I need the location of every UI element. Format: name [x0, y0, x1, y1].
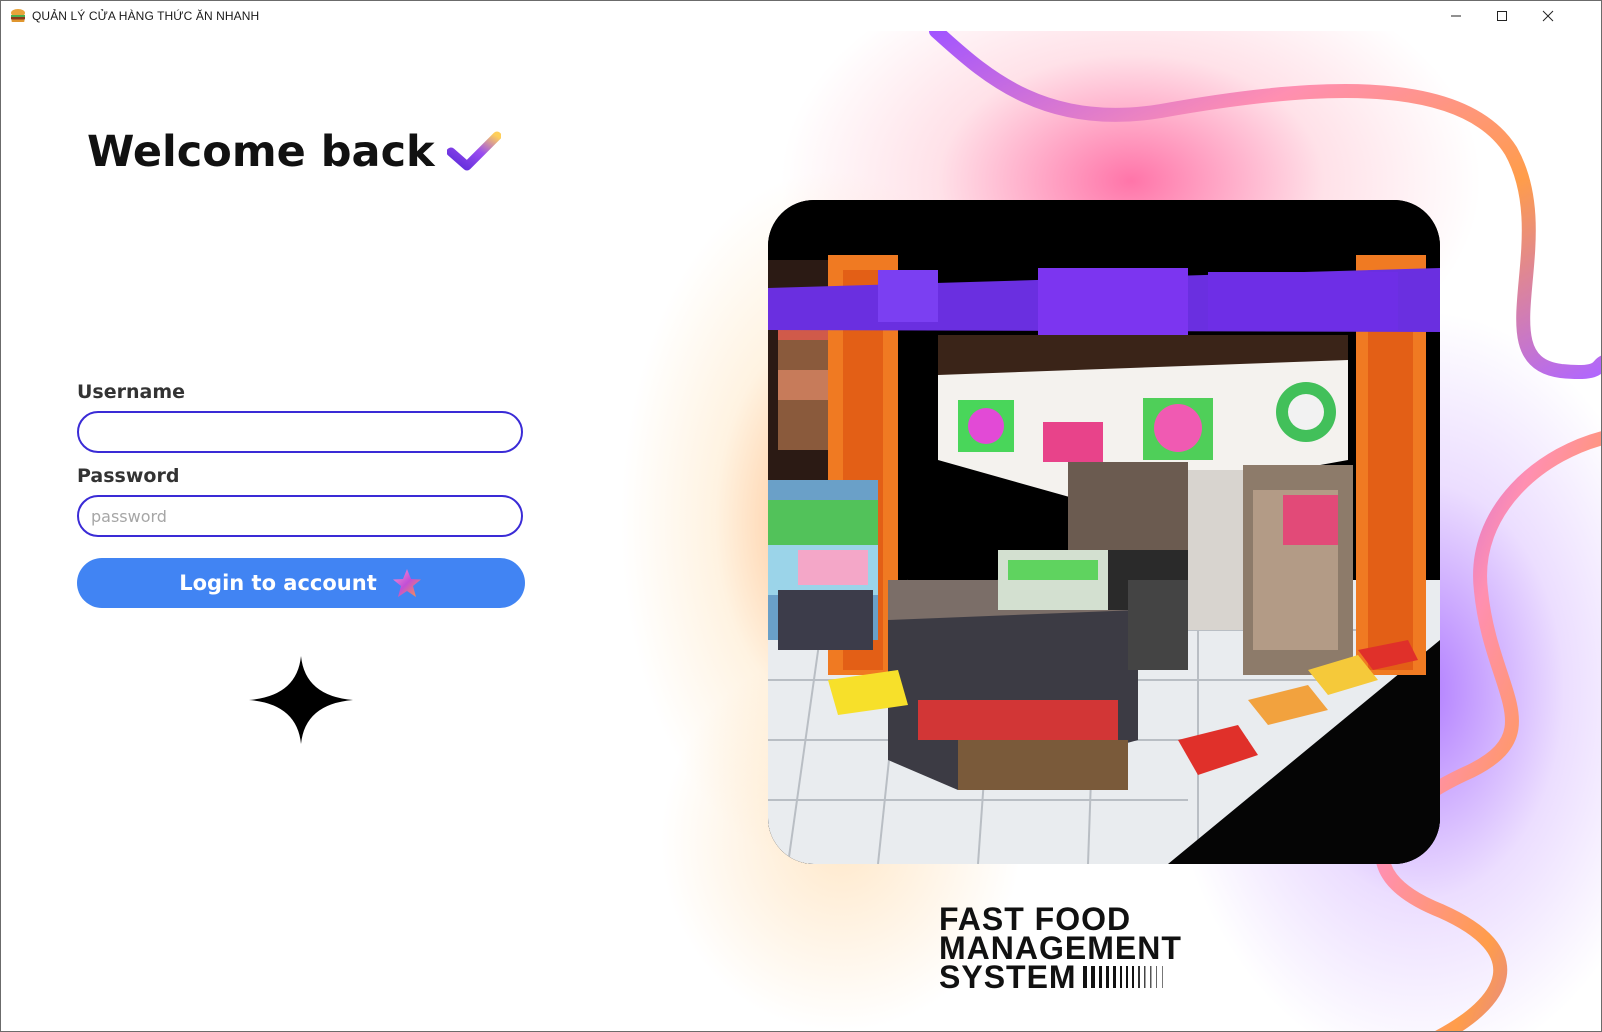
- brand-line-3: SYSTEM: [939, 959, 1077, 995]
- close-button[interactable]: [1525, 1, 1571, 31]
- maximize-button[interactable]: [1479, 1, 1525, 31]
- app-window: QUẢN LÝ CỬA HÀNG THỨC ĂN NHANH Welcome b…: [0, 0, 1602, 1032]
- minimize-button[interactable]: [1433, 1, 1479, 31]
- password-label: Password: [77, 465, 180, 487]
- brand-wordmark: FAST FOOD MANAGEMENT SYSTEM: [939, 903, 1182, 993]
- store-photo: [768, 200, 1440, 864]
- burger-icon: [10, 8, 26, 24]
- welcome-heading: Welcome back: [87, 127, 501, 177]
- star-icon: [392, 569, 421, 597]
- username-label: Username: [77, 381, 186, 403]
- login-button[interactable]: Login to account: [77, 558, 525, 608]
- barcode-icon: [1082, 966, 1163, 988]
- welcome-text: Welcome back: [87, 127, 435, 177]
- brand-line-3-row: SYSTEM: [939, 961, 1182, 993]
- sparkle-icon: [249, 656, 353, 744]
- window-title: QUẢN LÝ CỬA HÀNG THỨC ĂN NHANH: [32, 9, 260, 23]
- password-input[interactable]: [77, 495, 523, 537]
- check-icon: [446, 131, 501, 171]
- close-icon: [1542, 10, 1554, 22]
- username-input[interactable]: [77, 411, 523, 453]
- title-bar[interactable]: QUẢN LÝ CỬA HÀNG THỨC ĂN NHANH: [1, 1, 1601, 31]
- login-panel: Welcome back Username Password Login to …: [1, 31, 601, 1031]
- minimize-icon: [1451, 15, 1461, 17]
- maximize-icon: [1497, 11, 1507, 21]
- login-button-label: Login to account: [179, 571, 377, 595]
